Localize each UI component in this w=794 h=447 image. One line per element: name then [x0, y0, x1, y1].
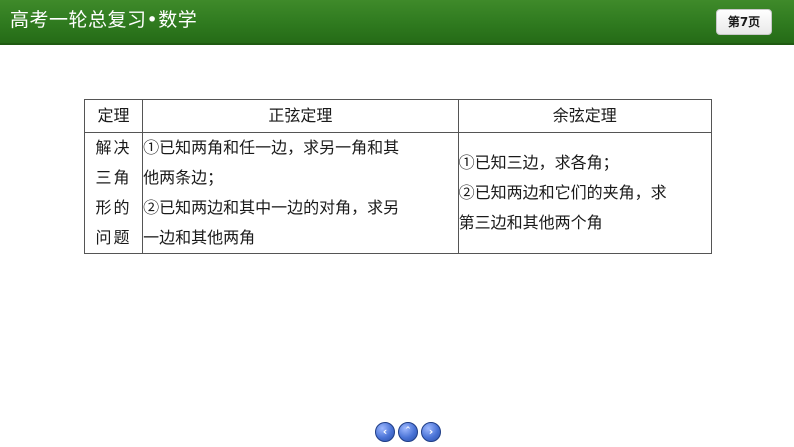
sine-rule-line: 他两条边； [143, 168, 224, 187]
header-sine-rule: 正弦定理 [142, 99, 459, 133]
row-label-line: 形的 [95, 198, 132, 217]
header-cosine-rule: 余弦定理 [457, 99, 713, 133]
table-header-row: 定理 正弦定理 余弦定理 [83, 99, 713, 133]
chevron-up-icon[interactable]: ˆ [398, 422, 418, 442]
table-row: 解决 三角 形的 问题 ①已知两角和任一边，求另一角和其 他两条边； ②已知两边… [83, 132, 713, 254]
chevron-left-icon[interactable]: ‹ [375, 422, 395, 442]
cosine-rule-line: 第三边和其他两个角 [458, 213, 603, 232]
theorem-comparison-table: 定理 正弦定理 余弦定理 解决 三角 形的 问题 ①已知两角和任一边，求另一角和… [83, 99, 713, 254]
cosine-rule-uses: ①已知三边，求各角； ②已知两边和它们的夹角，求 第三边和其他两个角 [457, 132, 713, 254]
cosine-rule-line: ①已知三边，求各角； [458, 153, 619, 172]
row-label-problems-solved: 解决 三角 形的 问题 [83, 132, 144, 254]
sine-rule-line: 一边和其他两角 [143, 228, 256, 247]
sine-rule-uses: ①已知两角和任一边，求另一角和其 他两条边； ②已知两边和其中一边的对角，求另 … [142, 132, 459, 254]
header-bar: 高考一轮总复习•数学 第7页 [0, 0, 794, 45]
chevron-right-icon[interactable]: › [421, 422, 441, 442]
sine-rule-line: ②已知两边和其中一边的对角，求另 [143, 198, 400, 217]
page-number-badge: 第7页 [716, 9, 772, 35]
row-label-line: 解决 [95, 138, 132, 157]
row-label-line: 三角 [95, 168, 132, 187]
sine-rule-line: ①已知两角和任一边，求另一角和其 [143, 138, 400, 157]
row-label-line: 问题 [95, 228, 132, 247]
slide: 高考一轮总复习•数学 第7页 定理 正弦定理 余弦定理 解决 三角 形的 问题 [0, 0, 794, 447]
header-theorem: 定理 [83, 99, 144, 133]
slide-navigation: ‹ ˆ › [375, 422, 441, 442]
course-title: 高考一轮总复习•数学 [10, 9, 198, 31]
cosine-rule-line: ②已知两边和它们的夹角，求 [458, 183, 667, 202]
